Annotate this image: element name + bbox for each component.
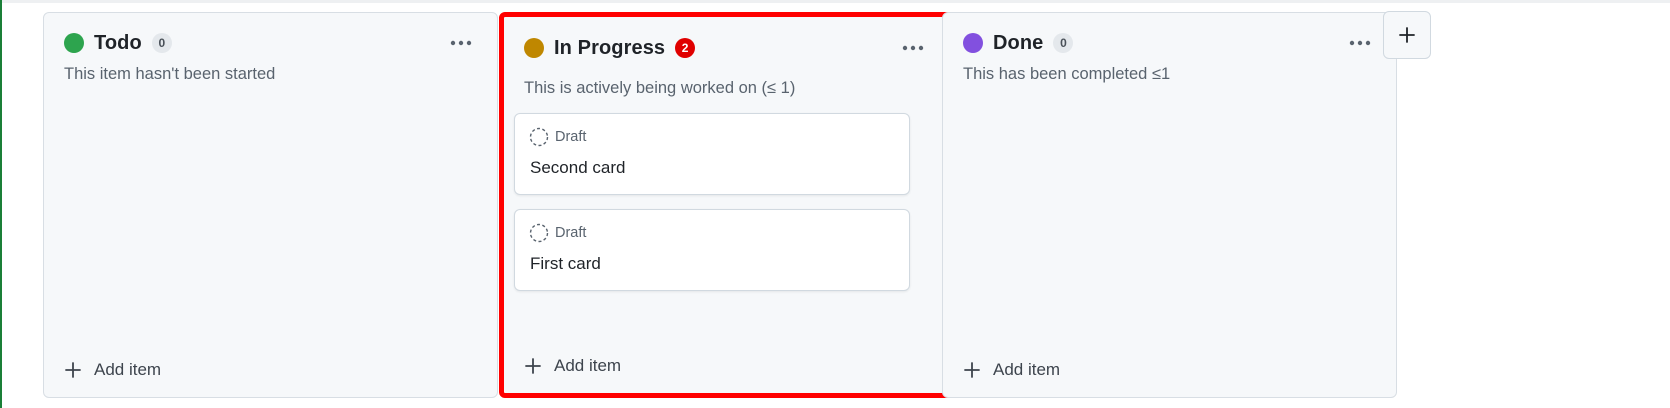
add-item-label: Add item <box>94 360 162 379</box>
card-status-label: Draft <box>555 129 587 145</box>
card-title: Second card <box>530 158 626 177</box>
column-header: In Progress 2 <box>524 34 929 62</box>
status-dot-icon <box>963 33 983 53</box>
column-title: Done <box>993 31 1044 54</box>
column-menu-button[interactable] <box>445 30 477 56</box>
plus-icon <box>1399 27 1415 43</box>
plus-icon <box>525 358 541 374</box>
column-in-progress: In Progress 2 This is actively being wor… <box>499 12 954 398</box>
item-count-badge: 2 <box>675 38 696 58</box>
more-horizontal-icon <box>1349 40 1371 46</box>
plus-icon <box>964 362 980 378</box>
add-item-button[interactable]: Add item <box>963 360 1060 380</box>
status-dot-icon <box>524 38 544 58</box>
item-count-badge: 0 <box>1053 33 1074 53</box>
status-dot-icon <box>64 33 84 53</box>
add-item-label: Add item <box>554 356 622 375</box>
card-status: Draft <box>529 223 586 243</box>
add-column-button[interactable] <box>1383 11 1431 59</box>
more-horizontal-icon <box>902 45 924 51</box>
column-title: In Progress <box>554 36 666 59</box>
card-status: Draft <box>529 127 586 147</box>
left-edge-accent <box>0 0 2 408</box>
column-menu-button[interactable] <box>897 35 929 61</box>
add-item-button[interactable]: Add item <box>524 356 621 376</box>
draft-circle-icon <box>529 127 549 147</box>
card-title: First card <box>530 254 601 273</box>
draft-card[interactable]: Draft Second card <box>514 113 910 195</box>
more-horizontal-icon <box>450 40 472 46</box>
column-description: This is actively being worked on (≤ 1) <box>524 79 796 97</box>
column-done: Done 0 This has been completed ≤1 Add it… <box>942 12 1397 398</box>
column-header: Done 0 <box>963 29 1376 57</box>
plus-icon <box>65 362 81 378</box>
top-divider <box>0 0 1670 3</box>
draft-card[interactable]: Draft First card <box>514 209 910 291</box>
draft-circle-icon <box>529 223 549 243</box>
column-title: Todo <box>94 31 142 54</box>
column-todo: Todo 0 This item hasn't been started Add… <box>43 12 498 398</box>
item-count-badge: 0 <box>151 33 172 53</box>
column-menu-button[interactable] <box>1344 30 1376 56</box>
column-description: This has been completed ≤1 <box>963 65 1171 83</box>
add-item-label: Add item <box>993 360 1061 379</box>
project-board: Todo 0 This item hasn't been started Add… <box>0 0 1670 408</box>
column-description: This item hasn't been started <box>64 65 276 83</box>
add-item-button[interactable]: Add item <box>64 360 161 380</box>
card-status-label: Draft <box>555 225 587 241</box>
column-header: Todo 0 <box>64 29 477 57</box>
